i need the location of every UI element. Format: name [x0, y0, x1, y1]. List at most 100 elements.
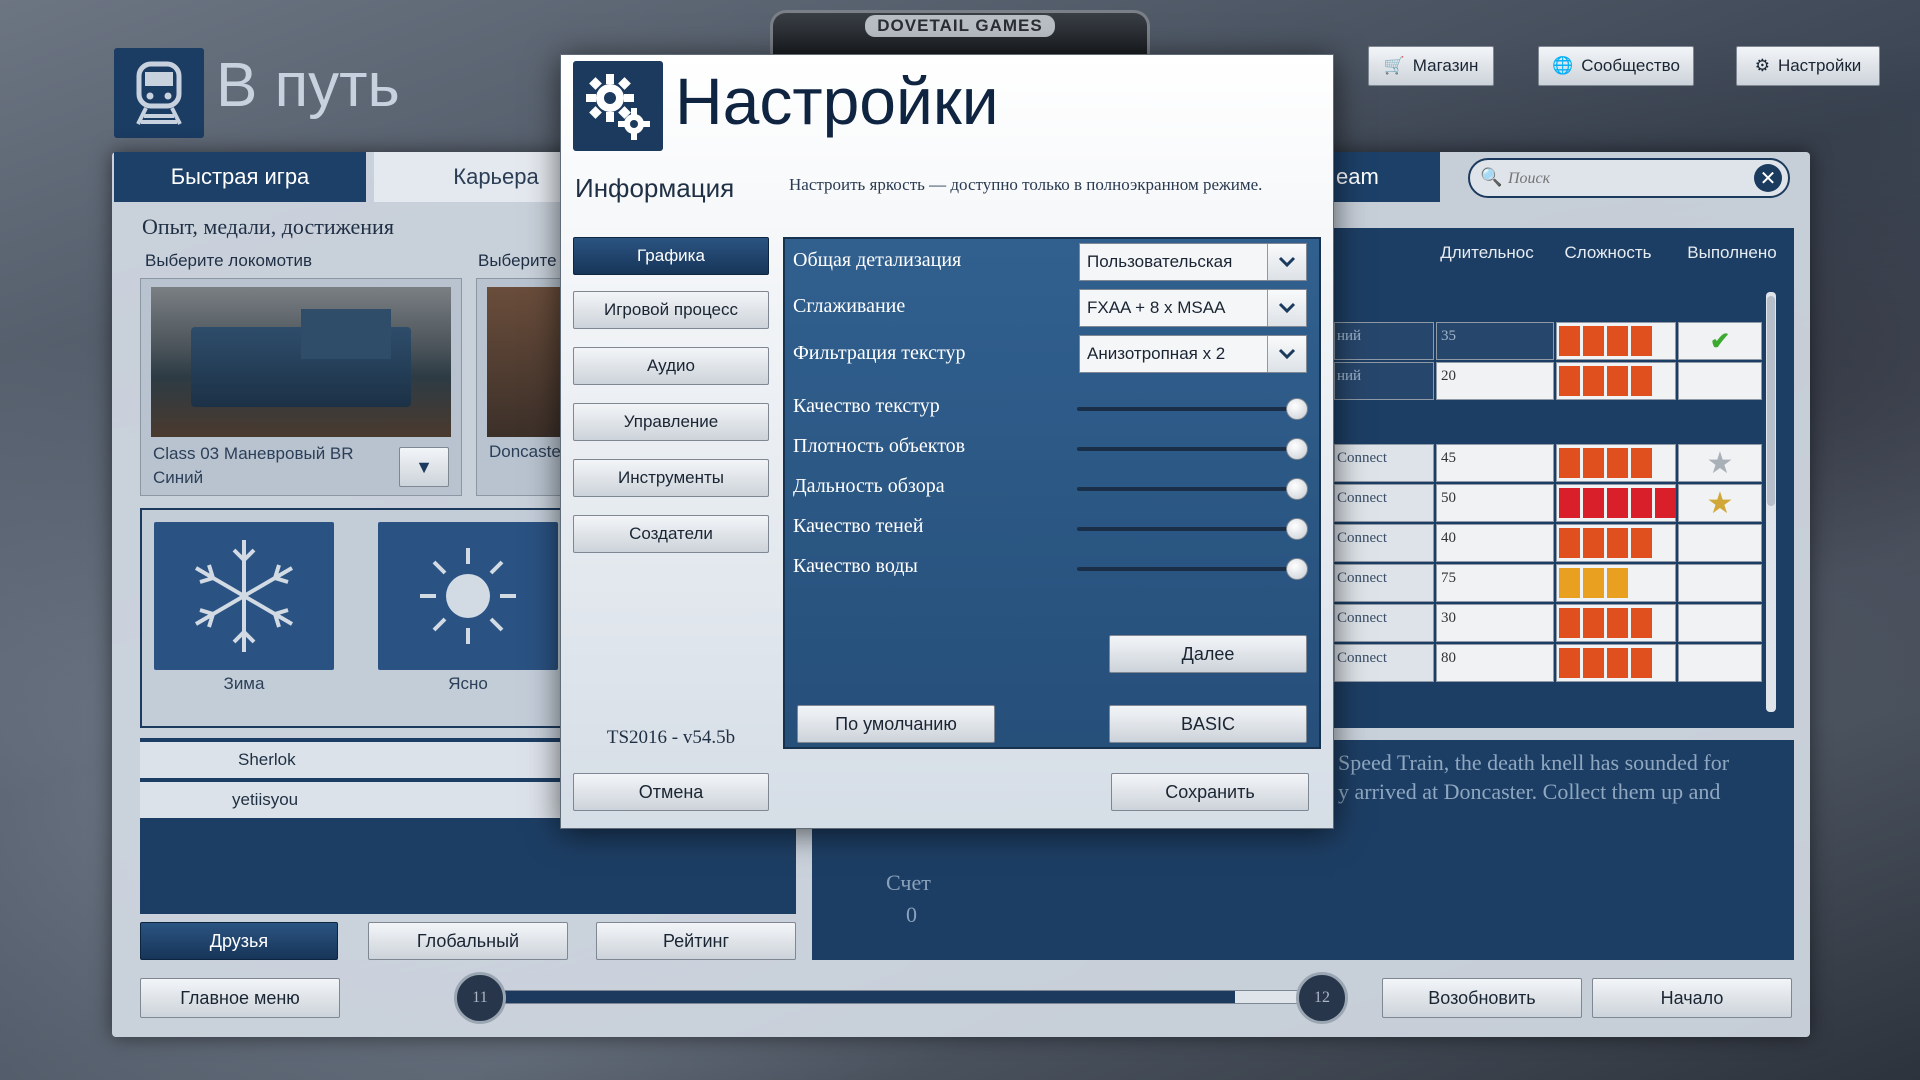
- table-cell-name[interactable]: Connect: [1334, 524, 1434, 562]
- publisher-banner: DOVETAIL GAMES: [770, 10, 1150, 55]
- next-button[interactable]: Далее: [1109, 635, 1307, 673]
- weather-clear[interactable]: [378, 522, 558, 670]
- table-scrollbar[interactable]: [1766, 292, 1776, 712]
- slider-handle[interactable]: [1286, 518, 1308, 540]
- pager-progress: [501, 991, 1236, 1003]
- tab-controls[interactable]: Управление: [573, 403, 769, 441]
- table-cell-name[interactable]: Connect: [1334, 444, 1434, 482]
- player-row[interactable]: Sherlok: [140, 742, 570, 778]
- table-cell-name[interactable]: ний: [1334, 362, 1434, 400]
- tab-audio[interactable]: Аудио: [573, 347, 769, 385]
- gears-icon: [586, 74, 650, 140]
- table-cell-duration: 80: [1436, 644, 1554, 682]
- slider-track[interactable]: [1077, 487, 1297, 491]
- dropdown-label: Фильтрация текстур: [793, 342, 966, 364]
- slider-handle[interactable]: [1286, 558, 1308, 580]
- table-cell-name[interactable]: ний: [1334, 322, 1434, 360]
- table-cell-completed: [1678, 362, 1762, 400]
- tab-graphics[interactable]: Графика: [573, 237, 769, 275]
- table-cell-completed: ★: [1678, 484, 1762, 522]
- snowflake-icon: [194, 540, 294, 652]
- dropdown-label: Сглаживание: [793, 295, 906, 317]
- score-label: Счет: [886, 870, 931, 895]
- close-icon[interactable]: ✕: [1754, 164, 1782, 192]
- community-button[interactable]: 🌐 Сообщество: [1538, 46, 1694, 86]
- difficulty-segment: [1607, 568, 1628, 598]
- route-image: [487, 287, 567, 437]
- difficulty-segment: [1583, 366, 1604, 396]
- difficulty-segment: [1583, 488, 1604, 518]
- player-row[interactable]: yetiisyou: [140, 782, 570, 818]
- tab-gameplay[interactable]: Игровой процесс: [573, 291, 769, 329]
- difficulty-segment: [1631, 648, 1652, 678]
- table-cell-completed: [1678, 564, 1762, 602]
- chevron-down-icon[interactable]: [1267, 336, 1306, 372]
- store-button[interactable]: 🛒 Магазин: [1368, 46, 1494, 86]
- table-cell-difficulty: [1556, 604, 1676, 642]
- cancel-button[interactable]: Отмена: [573, 773, 769, 811]
- table-cell-duration: 75: [1436, 564, 1554, 602]
- table-header-duration[interactable]: Длительнос: [1428, 232, 1546, 274]
- table-header-difficulty[interactable]: Сложность: [1548, 232, 1668, 274]
- route-card[interactable]: Doncaste: [476, 278, 567, 496]
- basic-button[interactable]: BASIC: [1109, 705, 1307, 743]
- antialiasing-dropdown[interactable]: FXAA + 8 x MSAA: [1079, 289, 1307, 327]
- table-cell-duration: 30: [1436, 604, 1554, 642]
- tab-credits[interactable]: Создатели: [573, 515, 769, 553]
- weather-winter[interactable]: [154, 522, 334, 670]
- difficulty-segment: [1559, 326, 1580, 356]
- slider-handle[interactable]: [1286, 438, 1308, 460]
- difficulty-segment: [1559, 488, 1580, 518]
- difficulty-segment: [1559, 648, 1580, 678]
- tab-tools[interactable]: Инструменты: [573, 459, 769, 497]
- table-cell-name[interactable]: Connect: [1334, 564, 1434, 602]
- tab-rating[interactable]: Рейтинг: [596, 922, 796, 960]
- slider-handle[interactable]: [1286, 478, 1308, 500]
- settings-modal: Настройки Информация Настроить яркость —…: [560, 54, 1334, 829]
- search-input[interactable]: [1506, 166, 1730, 192]
- slider-track[interactable]: [1077, 447, 1297, 451]
- search-box[interactable]: 🔍 ✕: [1468, 158, 1790, 198]
- resume-button[interactable]: Возобновить: [1382, 978, 1582, 1018]
- table-header-completed[interactable]: Выполнено: [1672, 232, 1792, 274]
- table-cell-duration: 50: [1436, 484, 1554, 522]
- table-cell-name[interactable]: Connect: [1334, 484, 1434, 522]
- table-cell-difficulty: [1556, 444, 1676, 482]
- filter-button[interactable]: ▼: [399, 447, 449, 487]
- slider-track[interactable]: [1077, 567, 1297, 571]
- table-cell-name[interactable]: Connect: [1334, 604, 1434, 642]
- save-button[interactable]: Сохранить: [1111, 773, 1309, 811]
- pager-start[interactable]: 11: [454, 972, 506, 1024]
- chevron-down-icon[interactable]: [1267, 290, 1306, 326]
- chevron-down-icon[interactable]: [1267, 244, 1306, 280]
- main-menu-button[interactable]: Главное меню: [140, 978, 340, 1018]
- slider-track[interactable]: [1077, 527, 1297, 531]
- loco-card[interactable]: Class 03 Маневровый BR Синий ▼: [140, 278, 462, 496]
- slider-track[interactable]: [1077, 407, 1297, 411]
- tab-friends[interactable]: Друзья: [140, 922, 338, 960]
- texture-filter-dropdown[interactable]: Анизотропная x 2: [1079, 335, 1307, 373]
- settings-button[interactable]: ⚙ Настройки: [1736, 46, 1880, 86]
- detail-dropdown[interactable]: Пользовательская: [1079, 243, 1307, 281]
- choose-route-label: Выберите: [478, 251, 557, 270]
- route-name: Doncaste: [489, 442, 561, 461]
- info-title: Информация: [575, 173, 735, 203]
- slider-handle[interactable]: [1286, 398, 1308, 420]
- table-cell-duration: 20: [1436, 362, 1554, 400]
- defaults-button[interactable]: По умолчанию: [797, 705, 995, 743]
- table-cell-difficulty: [1556, 564, 1676, 602]
- difficulty-segment: [1583, 568, 1604, 598]
- gear-icon: ⚙: [1754, 56, 1770, 75]
- loco-name: Class 03 Маневровый BR Синий: [153, 444, 354, 487]
- page-title: В путь: [216, 51, 400, 120]
- pager-end[interactable]: 12: [1296, 972, 1348, 1024]
- difficulty-segment: [1631, 608, 1652, 638]
- tab-global[interactable]: Глобальный: [368, 922, 568, 960]
- tab-quick-play[interactable]: Быстрая игра: [114, 152, 366, 202]
- pager-track[interactable]: [500, 990, 1300, 1004]
- difficulty-segment: [1631, 366, 1652, 396]
- slider-label: Качество теней: [793, 515, 924, 537]
- start-button[interactable]: Начало: [1592, 978, 1792, 1018]
- table-cell-completed: [1678, 604, 1762, 642]
- table-cell-name[interactable]: Connect: [1334, 644, 1434, 682]
